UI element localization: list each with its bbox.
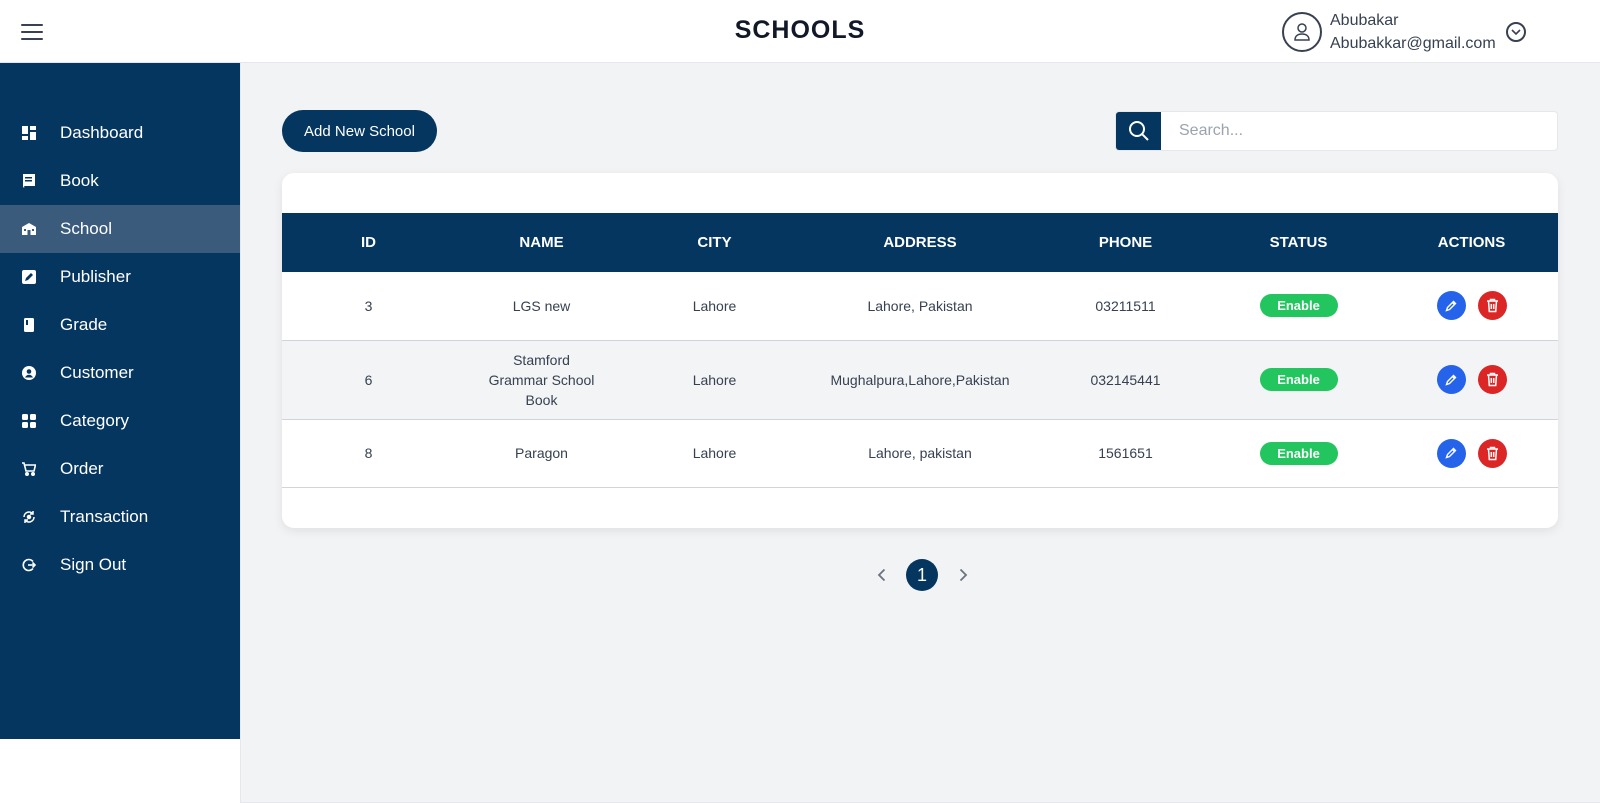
edit-icon[interactable]	[1436, 291, 1466, 321]
sidebar-item-category[interactable]: Category	[0, 397, 240, 445]
search-box	[1115, 111, 1558, 151]
sidebar-item-transaction[interactable]: Transaction	[0, 493, 240, 541]
table-header-row: ID NAME CITY ADDRESS PHONE STATUS ACTION…	[282, 213, 1558, 272]
sidebar-item-label: School	[60, 219, 112, 238]
pagination: 1	[872, 559, 972, 591]
cell-phone: 1561651	[1098, 445, 1153, 461]
menu-icon[interactable]	[18, 20, 46, 44]
sidebar-item-sign-out[interactable]: Sign Out	[0, 541, 240, 589]
column-header-city[interactable]: CITY	[628, 213, 801, 272]
cell-name: Paragon	[515, 445, 568, 461]
status-badge[interactable]: Enable	[1259, 368, 1338, 391]
status-badge[interactable]: Enable	[1259, 294, 1338, 318]
top-bar: SCHOOLS Abubakar Abubakkar@gmail.com	[0, 0, 1600, 63]
search-icon[interactable]	[1116, 112, 1161, 150]
sidebar-item-label: Book	[60, 171, 99, 190]
sidebar-item-label: Category	[60, 411, 129, 430]
customer-icon	[0, 366, 60, 380]
status-badge[interactable]: Enable	[1259, 441, 1338, 465]
cell-phone: 03211511	[1095, 297, 1156, 314]
user-name: Abubakar	[1330, 12, 1399, 29]
search-input[interactable]	[1161, 112, 1557, 150]
sidebar-item-label: Dashboard	[60, 123, 144, 142]
cell-actions	[1385, 272, 1558, 340]
category-icon	[0, 414, 60, 428]
publisher-icon	[0, 270, 60, 284]
cart-icon	[0, 462, 60, 476]
cell-address: Mughalpura,Lahore,Pakistan	[830, 371, 1010, 388]
edit-icon[interactable]	[1436, 438, 1466, 468]
cell-phone: 032145441	[1090, 371, 1161, 388]
sidebar-item-label: Publisher	[60, 267, 131, 286]
cell-name: Stamford Grammar School Book	[488, 351, 595, 408]
user-email: Abubakkar@gmail.com	[1330, 35, 1496, 52]
schools-table-card: ID NAME CITY ADDRESS PHONE STATUS ACTION…	[282, 173, 1558, 528]
cell-address: Lahore, pakistan	[868, 445, 972, 461]
cell-status: Enable	[1212, 419, 1385, 487]
chevron-left-icon[interactable]	[872, 566, 890, 584]
trash-icon[interactable]	[1477, 291, 1507, 321]
edit-icon[interactable]	[1436, 365, 1466, 394]
cell-city: Lahore	[692, 445, 737, 461]
table-row: 3 LGS new Lahore Lahore, Pakistan 032115…	[282, 272, 1558, 340]
sidebar-item-school[interactable]: School	[0, 205, 240, 253]
chevron-down-icon[interactable]	[1505, 22, 1526, 42]
transaction-icon	[0, 510, 60, 524]
sidebar-item-label: Order	[60, 459, 104, 478]
sidebar-item-label: Customer	[60, 363, 134, 382]
column-header-address[interactable]: ADDRESS	[801, 213, 1039, 272]
sidebar-item-book[interactable]: Book	[0, 157, 240, 205]
sidebar-item-publisher[interactable]: Publisher	[0, 253, 240, 301]
column-header-name[interactable]: NAME	[455, 213, 628, 272]
book-icon	[0, 174, 60, 188]
cell-actions	[1385, 419, 1558, 487]
table-row: 6 Stamford Grammar School Book Lahore Mu…	[282, 340, 1558, 419]
sidebar: Dashboard Book School Publisher Grade Cu…	[0, 63, 240, 739]
page-number-current[interactable]: 1	[906, 559, 938, 591]
column-header-phone[interactable]: PHONE	[1039, 213, 1212, 272]
column-header-actions: ACTIONS	[1437, 234, 1506, 251]
sidebar-item-grade[interactable]: Grade	[0, 301, 240, 349]
cell-status: Enable	[1212, 340, 1385, 419]
sidebar-item-label: Grade	[60, 315, 108, 334]
cell-id: 3	[364, 297, 373, 314]
cell-id: 8	[364, 445, 373, 461]
cell-city: Lahore	[692, 297, 737, 314]
cell-actions	[1385, 340, 1558, 419]
grade-icon	[0, 318, 60, 332]
trash-icon[interactable]	[1477, 438, 1507, 468]
sidebar-item-label: Transaction	[60, 507, 149, 526]
sidebar-item-customer[interactable]: Customer	[0, 349, 240, 397]
cell-name: LGS new	[512, 297, 571, 314]
cell-status: Enable	[1212, 272, 1385, 340]
user-menu[interactable]: Abubakar Abubakkar@gmail.com	[1282, 7, 1526, 57]
schools-table: ID NAME CITY ADDRESS PHONE STATUS ACTION…	[282, 213, 1558, 488]
trash-icon[interactable]	[1477, 365, 1507, 394]
user-avatar-icon	[1282, 12, 1322, 52]
cell-address: Lahore, Pakistan	[867, 297, 973, 314]
sidebar-item-dashboard[interactable]: Dashboard	[0, 109, 240, 157]
table-row: 8 Paragon Lahore Lahore, pakistan 156165…	[282, 419, 1558, 487]
chevron-right-icon[interactable]	[954, 566, 972, 584]
column-header-id[interactable]: ID	[282, 213, 455, 272]
school-icon	[0, 222, 60, 236]
dashboard-icon	[0, 126, 60, 140]
column-header-status[interactable]: STATUS	[1212, 213, 1385, 272]
sidebar-item-order[interactable]: Order	[0, 445, 240, 493]
cell-city: Lahore	[692, 371, 737, 388]
cell-id: 6	[364, 371, 373, 388]
sign-out-icon	[0, 558, 60, 572]
sidebar-item-label: Sign Out	[60, 555, 127, 574]
add-new-school-button[interactable]: Add New School	[282, 110, 437, 152]
